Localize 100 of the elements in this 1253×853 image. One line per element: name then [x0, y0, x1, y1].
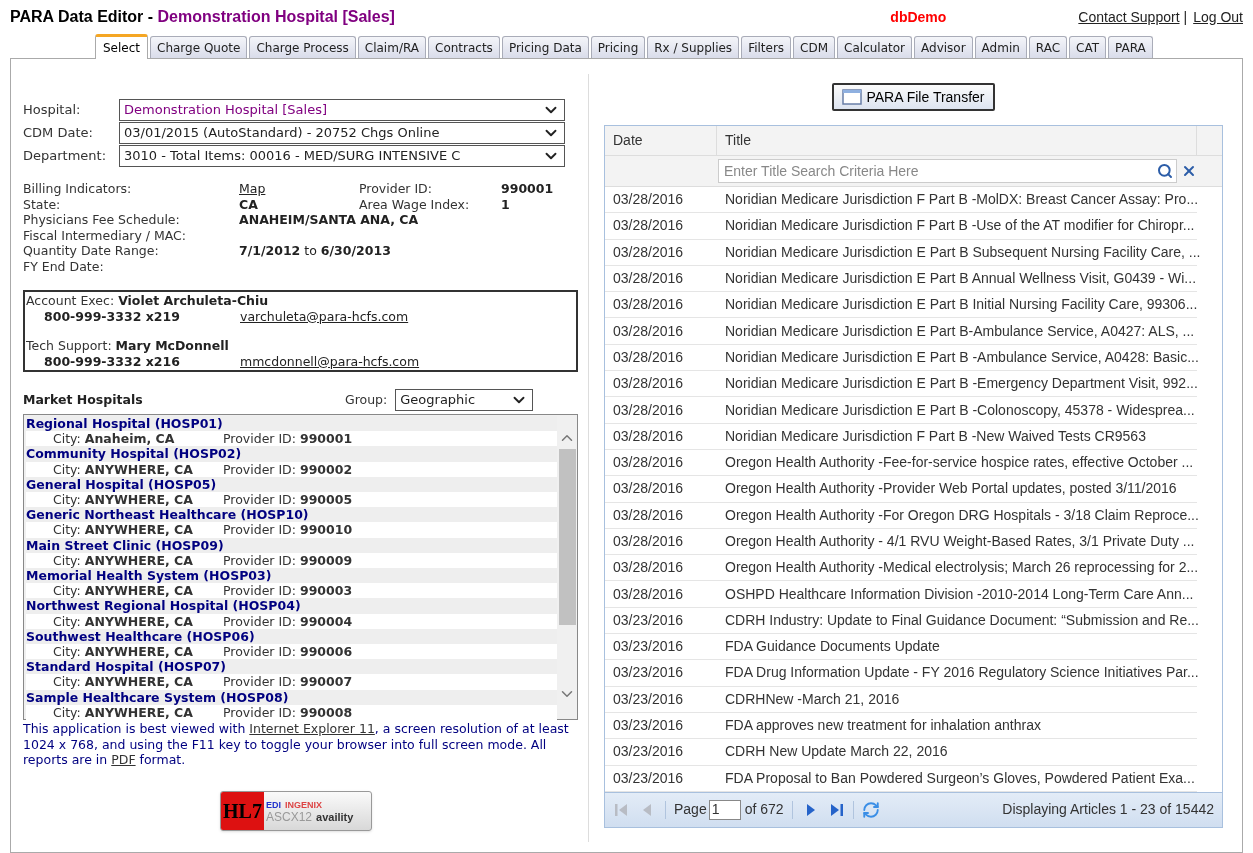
info-value: CA: [239, 196, 258, 212]
tab[interactable]: CAT: [1069, 36, 1107, 58]
hospital-title: Demonstration Hospital [Sales]: [157, 8, 395, 25]
tab[interactable]: RAC: [1028, 36, 1068, 58]
map-link[interactable]: Map: [239, 181, 266, 196]
tab[interactable]: Rx / Supplies: [647, 36, 740, 58]
dropdown-field[interactable]: Demonstration Hospital [Sales]: [119, 99, 565, 121]
contact-name: Violet Archuleta-Chiu: [118, 293, 269, 308]
hospital-city: City: ANYWHERE, CA: [53, 492, 194, 508]
tab[interactable]: Charge Quote: [150, 36, 248, 58]
tab[interactable]: Contracts: [428, 36, 500, 58]
info-label: Fiscal Intermediary / MAC:: [23, 227, 188, 243]
hospital-provider-id: Provider ID: 990010: [223, 522, 353, 538]
title-cell[interactable]: CDRH New Update March 22, 2016: [717, 739, 1197, 766]
title-cell[interactable]: Noridian Medicare Jurisdiction F Part B -Use of the AT modifier for Chiropr...: [717, 213, 1197, 240]
tab[interactable]: Admin: [974, 36, 1027, 58]
date-cell: 03/23/2016: [605, 686, 717, 713]
hospital-city: City: ANYWHERE, CA: [53, 583, 194, 599]
tab[interactable]: Pricing: [590, 36, 646, 58]
page-number-field[interactable]: 1: [708, 799, 741, 820]
hospital-provider-id: Provider ID: 990001: [223, 431, 353, 447]
info-label: FY End Date:: [23, 258, 105, 274]
tab[interactable]: Calculator: [837, 36, 913, 58]
window-icon: [842, 89, 863, 105]
column-header[interactable]: Date: [605, 126, 717, 155]
title-cell[interactable]: Noridian Medicare Jurisdiction E Part B-Ambulance Service, A0427: ALS, ...: [717, 318, 1197, 345]
date-cell: 03/28/2016: [605, 581, 717, 608]
contact-phone: 800-999-3332 x219: [44, 308, 181, 324]
date-cell: 03/23/2016: [605, 765, 717, 792]
title-cell[interactable]: FDA Drug Information Update - FY 2016 Regulatory Science Initiatives Par...: [717, 660, 1197, 687]
dropdown-field[interactable]: Geographic: [395, 389, 534, 411]
note-link[interactable]: PDF: [111, 752, 136, 767]
date-cell: 03/28/2016: [605, 318, 717, 345]
title-cell[interactable]: Noridian Medicare Jurisdiction E Part B -Colonoscopy, 45378 - Widesprea...: [717, 397, 1197, 424]
info-label: Physicians Fee Schedule:: [23, 212, 181, 228]
column-header[interactable]: Title: [717, 126, 1197, 155]
date-cell: 03/28/2016: [605, 476, 717, 503]
info-value: 1: [501, 196, 511, 212]
dropdown-field[interactable]: 03/01/2015 (AutoStandard) - 20752 Chgs Online: [119, 122, 565, 144]
hospital-provider-id: Provider ID: 990009: [223, 552, 353, 569]
hospital-provider-id: Provider ID: 990002: [223, 461, 353, 477]
app-title: PARA Data Editor -: [10, 8, 155, 25]
hospital-city: City: ANYWHERE, CA: [53, 704, 193, 721]
title-cell[interactable]: Noridian Medicare Jurisdiction E Part B Subsequent Nursing Facility Care, ...: [717, 239, 1197, 266]
field-label: Department:: [23, 147, 108, 166]
group-label: Group:: [345, 390, 388, 409]
title-cell[interactable]: FDA Proposal to Ban Powdered Surgeon’s Gloves, Powdered Patient Exa...: [717, 765, 1197, 792]
field-label: CDM Date:: [23, 124, 94, 143]
refresh-icon[interactable]: [861, 800, 880, 819]
field-label: Hospital:: [23, 101, 82, 120]
header-link[interactable]: Log Out: [1193, 6, 1243, 28]
hospital-city: City: ANYWHERE, CA: [53, 613, 194, 629]
contact-role: Account Exec:: [26, 293, 116, 308]
title-cell[interactable]: Oregon Health Authority -For Oregon DRG Hospitals - 3/18 Claim Reproce...: [717, 502, 1197, 529]
info-value: 7/1/2012 to 6/30/2013: [239, 243, 391, 258]
contact-role: Tech Support:: [26, 338, 113, 353]
section-title: Market Hospitals: [23, 390, 144, 409]
info-value: ANAHEIM/SANTA ANA, CA: [239, 212, 419, 227]
tab[interactable]: Claim/RA: [357, 36, 426, 58]
database-name: dbDemo: [890, 7, 947, 27]
hospital-provider-id: Provider ID: 990008: [223, 704, 353, 721]
tab[interactable]: Filters: [741, 36, 792, 58]
hospital-provider-id: Provider ID: 990005: [223, 492, 353, 508]
dropdown-field[interactable]: 3010 - Total Items: 00016 - MED/SURG INTENSIVE C: [119, 145, 565, 167]
tab[interactable]: Charge Process: [249, 36, 356, 58]
contact-phone: 800-999-3332 x216: [44, 353, 181, 369]
header-link[interactable]: Contact Support: [1078, 6, 1180, 28]
date-cell: 03/28/2016: [605, 502, 717, 529]
title-cell[interactable]: CDRHNew -March 21, 2016: [717, 686, 1197, 713]
info-label: Area Wage Index:: [359, 196, 471, 212]
info-label: Billing Indicators:: [23, 181, 133, 197]
date-cell: 03/23/2016: [605, 739, 717, 766]
info-label: Provider ID:: [359, 181, 433, 197]
info-label: Quantity Date Range:: [23, 243, 160, 259]
file-transfer-button[interactable]: PARA File Transfer: [832, 83, 995, 111]
hospital-city: City: ANYWHERE, CA: [53, 552, 194, 569]
date-cell: 03/23/2016: [605, 660, 717, 687]
tab[interactable]: Advisor: [914, 36, 973, 58]
tab[interactable]: Pricing Data: [501, 36, 589, 58]
clear-icon[interactable]: [1181, 163, 1197, 179]
link-separator: |: [1183, 7, 1188, 27]
date-cell: 03/28/2016: [605, 397, 717, 424]
title-cell[interactable]: Noridian Medicare Jurisdiction F Part B -New Waived Tests CR9563: [717, 423, 1197, 450]
tab[interactable]: CDM: [793, 36, 836, 58]
date-cell: 03/28/2016: [605, 239, 717, 266]
hospital-city: City: ANYWHERE, CA: [53, 522, 194, 538]
email-link[interactable]: mmcdonnell@para-hcfs.com: [240, 353, 420, 369]
browser-note: This application is best viewed with Internet Explorer 11, a screen resolution of at least 1024 x 768, and using the F11 key to toggle your browser into full screen mode. All reports are in PDF format.: [23, 721, 570, 768]
title-cell[interactable]: OSHPD Healthcare Information Division -2010-2014 Long-Term Care Ann...: [717, 581, 1197, 608]
hospital-provider-id: Provider ID: 990006: [223, 644, 353, 660]
pager-status: Displaying Articles 1 - 23 of 15442: [1002, 800, 1214, 820]
note-link[interactable]: Internet Explorer 11: [249, 721, 375, 736]
tab[interactable]: PARA: [1108, 36, 1153, 58]
hospital-city: City: ANYWHERE, CA: [53, 461, 194, 477]
page-label: Page: [674, 800, 707, 820]
hospital-provider-id: Provider ID: 990004: [223, 613, 353, 629]
page-count: of 672: [744, 800, 784, 820]
title-cell[interactable]: Oregon Health Authority -Provider Web Portal updates, posted 3/11/2016: [717, 476, 1197, 503]
tab[interactable]: Select: [95, 34, 149, 59]
email-link[interactable]: varchuleta@para-hcfs.com: [240, 308, 409, 324]
